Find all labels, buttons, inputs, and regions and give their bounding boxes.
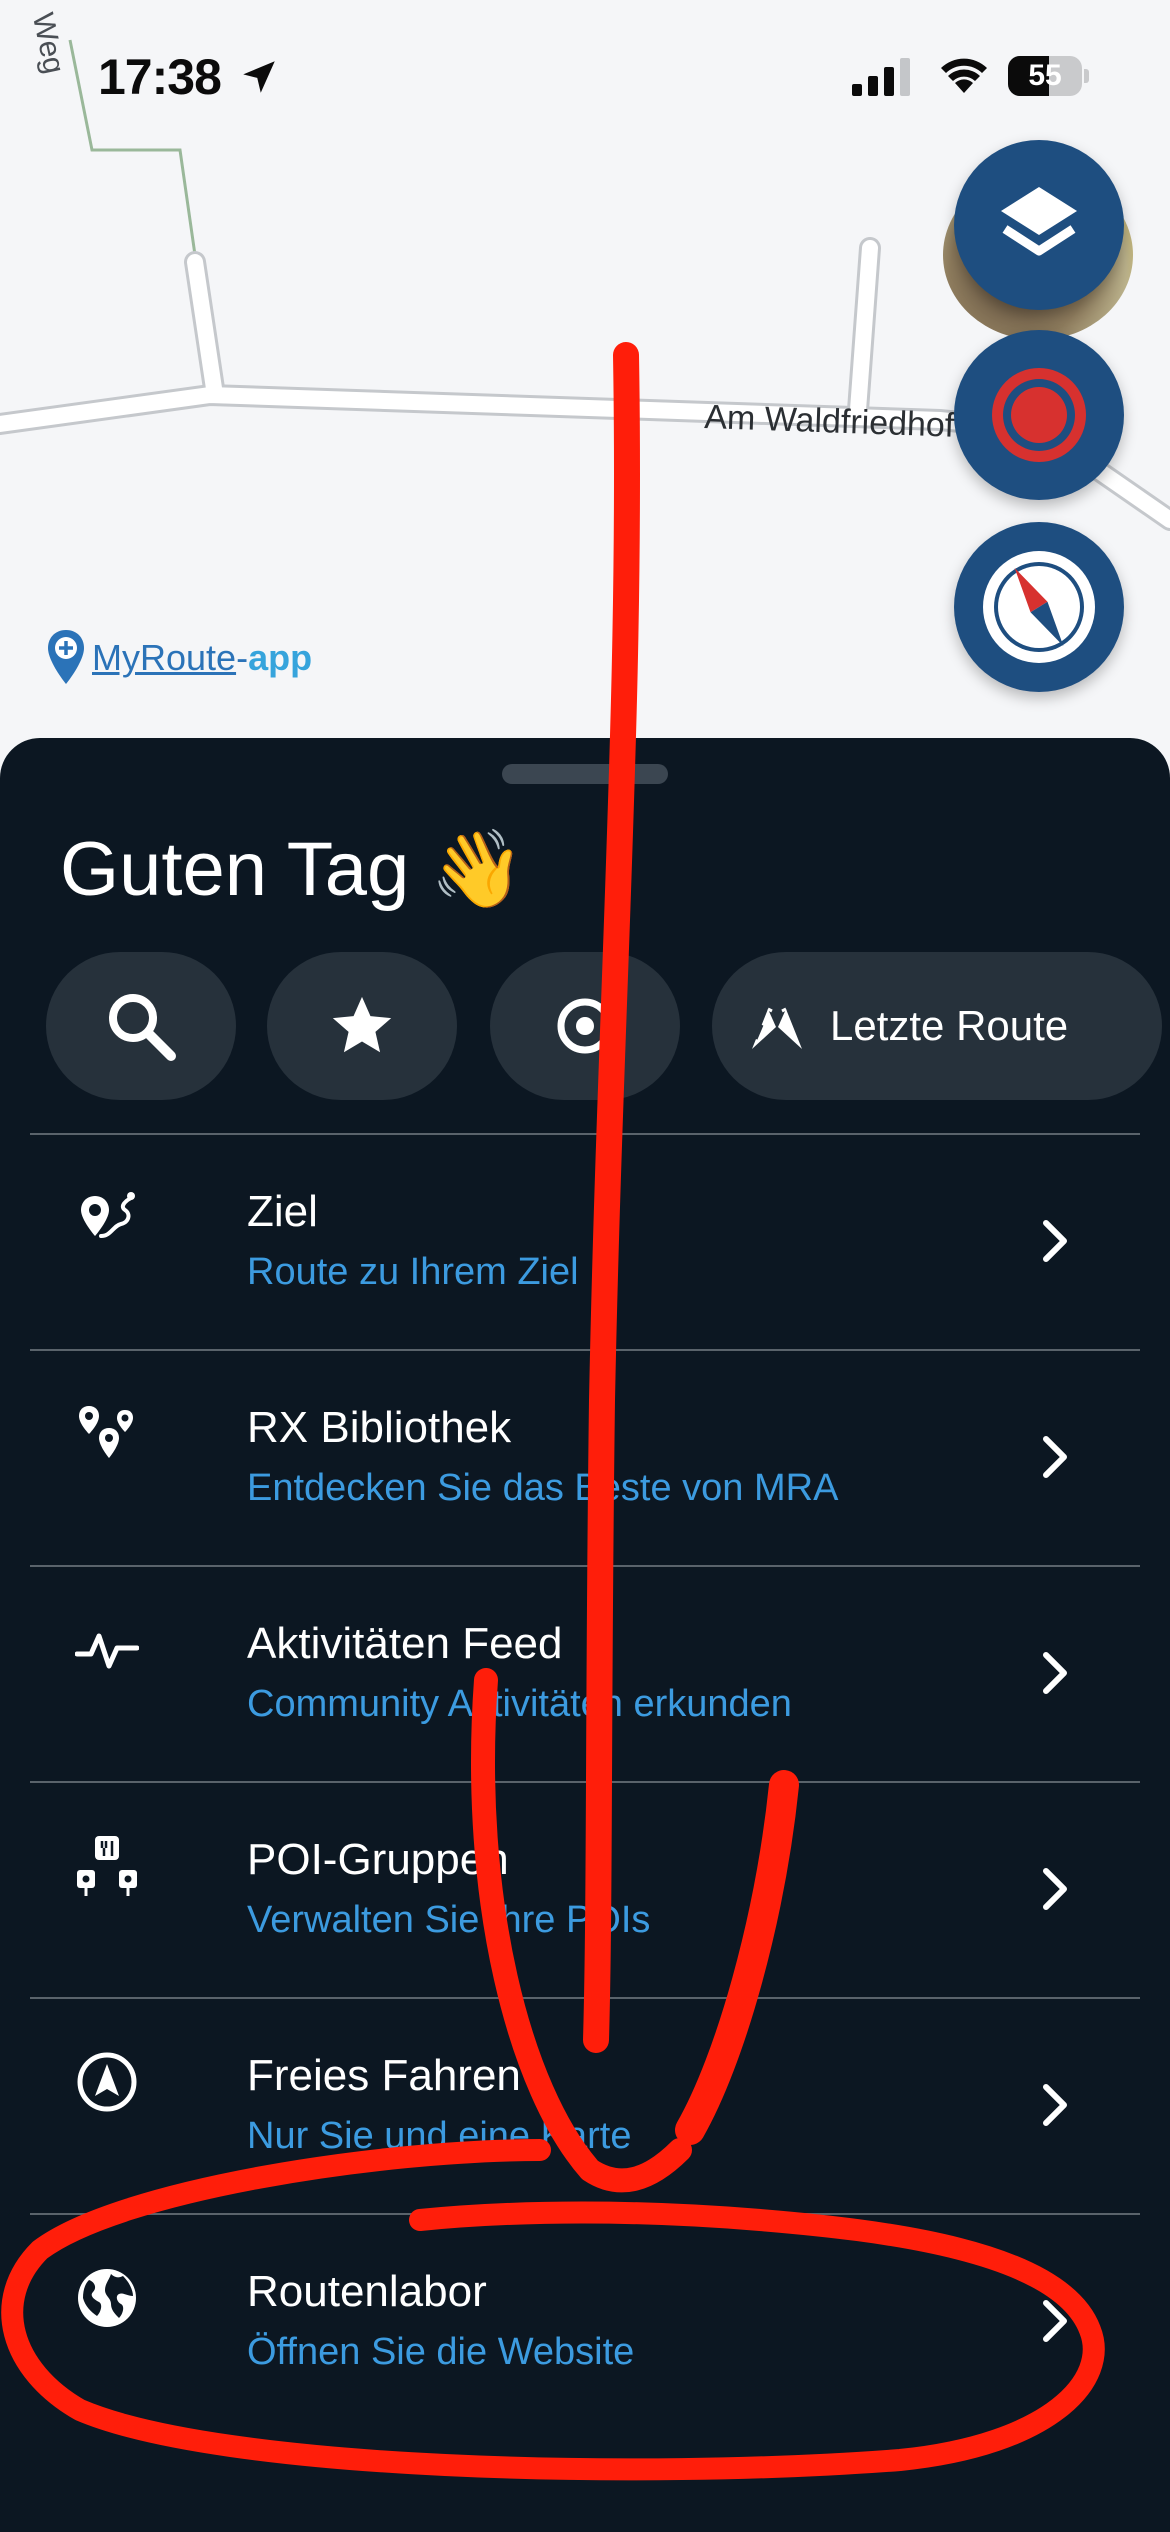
map-pins-icon bbox=[74, 1401, 140, 1467]
greeting-title: Guten Tag 👋 bbox=[60, 827, 526, 912]
sheet-grabber[interactable] bbox=[502, 764, 668, 784]
last-route-label: Letzte Route bbox=[830, 1002, 1069, 1049]
menu-item-title: Routenlabor bbox=[247, 2267, 487, 2316]
menu-item-title: POI-Gruppen bbox=[247, 1835, 509, 1884]
status-time: 17:38 bbox=[98, 49, 222, 105]
bottom-sheet[interactable]: Guten Tag 👋 Letzte Route Ziel Route zu I… bbox=[0, 738, 1170, 2532]
globe-icon bbox=[74, 2265, 140, 2331]
chevron-right-icon bbox=[1043, 2084, 1067, 2126]
menu-item-subtitle: Community Aktivitäten erkunden bbox=[247, 1683, 792, 1725]
menu-list: Ziel Route zu Ihrem Ziel RX Bibliothek E… bbox=[30, 1133, 1140, 2429]
search-icon bbox=[109, 994, 176, 1061]
chevron-right-icon bbox=[1043, 2300, 1067, 2342]
battery-level: 55 bbox=[1028, 59, 1062, 92]
chevron-right-icon bbox=[1043, 1220, 1067, 1262]
menu-item-freies-fahren[interactable]: Freies Fahren Nur Sie und eine Karte bbox=[30, 1997, 1140, 2213]
menu-item-ziel[interactable]: Ziel Route zu Ihrem Ziel bbox=[30, 1133, 1140, 1349]
layers-button[interactable] bbox=[954, 140, 1124, 310]
menu-item-aktivitaeten-feed[interactable]: Aktivitäten Feed Community Aktivitäten e… bbox=[30, 1565, 1140, 1781]
chevron-right-icon bbox=[1043, 1436, 1067, 1478]
menu-item-title: Ziel bbox=[247, 1187, 318, 1236]
menu-item-subtitle: Nur Sie und eine Karte bbox=[247, 2115, 632, 2157]
chevron-right-icon bbox=[1043, 1652, 1067, 1694]
menu-item-title: RX Bibliothek bbox=[247, 1403, 512, 1452]
map-pin-plus-icon bbox=[48, 630, 84, 684]
layers-icon bbox=[1001, 187, 1077, 256]
record-icon bbox=[992, 368, 1086, 462]
battery-indicator: 55 bbox=[1008, 56, 1089, 96]
location-arrow-icon bbox=[243, 61, 275, 93]
brand-app: app bbox=[248, 637, 313, 678]
compass-button[interactable] bbox=[954, 522, 1124, 692]
menu-item-poi-gruppen[interactable]: POI-Gruppen Verwalten Sie Ihre POIs bbox=[30, 1781, 1140, 1997]
menu-item-subtitle: Route zu Ihrem Ziel bbox=[247, 1251, 579, 1293]
navigation-arrow-icon bbox=[74, 2049, 140, 2115]
last-route-button[interactable]: Letzte Route bbox=[712, 952, 1162, 1100]
menu-item-subtitle: Verwalten Sie Ihre POIs bbox=[247, 1899, 651, 1941]
menu-item-rx-bibliothek[interactable]: RX Bibliothek Entdecken Sie das Beste vo… bbox=[30, 1349, 1140, 1565]
activity-pulse-icon bbox=[74, 1617, 140, 1683]
menu-item-title: Aktivitäten Feed bbox=[247, 1619, 563, 1668]
menu-item-title: Freies Fahren bbox=[247, 2051, 521, 2100]
cellular-signal-icon bbox=[852, 58, 910, 96]
flags-icon bbox=[752, 1007, 802, 1049]
brand-name: MyRoute bbox=[92, 637, 237, 678]
menu-item-subtitle: Entdecken Sie das Beste von MRA bbox=[247, 1467, 839, 1509]
star-icon bbox=[332, 996, 392, 1053]
map-view[interactable]: Am Waldfriedhof Weg 17:38 55 MyRoute - a… bbox=[0, 0, 1170, 780]
menu-item-routenlabor[interactable]: Routenlabor Öffnen Sie die Website bbox=[30, 2213, 1140, 2429]
chevron-right-icon bbox=[1043, 1868, 1067, 1910]
search-button[interactable] bbox=[46, 952, 236, 1100]
poi-group-icon bbox=[74, 1833, 140, 1899]
record-button[interactable] bbox=[954, 330, 1124, 500]
brand-logo: MyRoute - app bbox=[46, 628, 312, 688]
compass-icon bbox=[983, 551, 1095, 663]
destination-route-icon bbox=[74, 1185, 140, 1251]
favorites-button[interactable] bbox=[267, 952, 457, 1100]
wifi-icon bbox=[941, 58, 987, 93]
brand-dash: - bbox=[236, 637, 249, 678]
target-icon bbox=[557, 998, 613, 1054]
menu-item-subtitle: Öffnen Sie die Website bbox=[247, 2331, 635, 2373]
nearby-button[interactable] bbox=[490, 952, 680, 1100]
